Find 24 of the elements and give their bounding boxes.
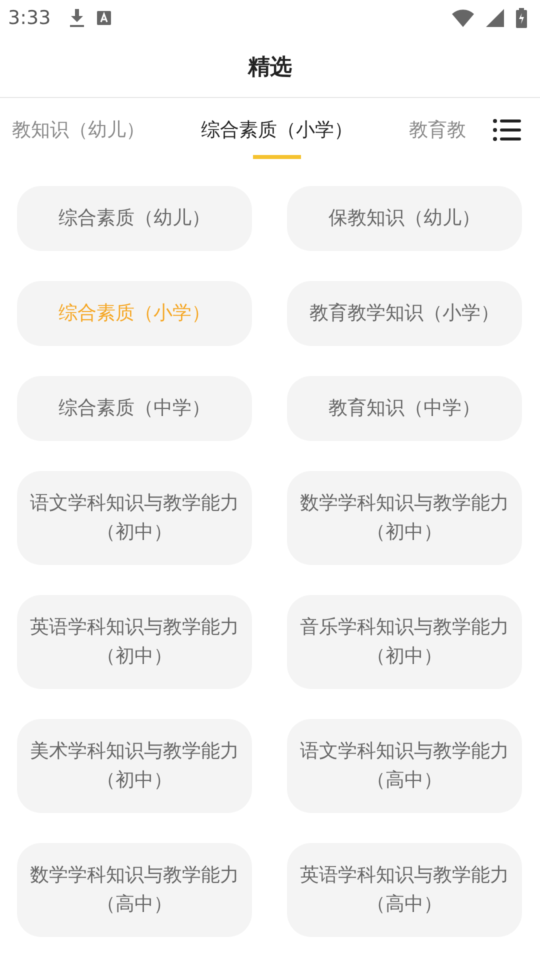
status-time: 3:33 xyxy=(8,7,51,29)
subject-button[interactable]: 数学学科知识与教学能力（高中） xyxy=(17,843,252,937)
subject-button[interactable]: 语文学科知识与教学能力（高中） xyxy=(287,719,522,813)
subject-button[interactable]: 保教知识（幼儿） xyxy=(287,186,522,251)
subject-button[interactable]: 数学学科知识与教学能力（初中） xyxy=(287,471,522,565)
category-tab[interactable]: 综合素质（小学） xyxy=(201,98,353,162)
download-icon xyxy=(68,9,85,27)
page-title: 精选 xyxy=(248,54,292,82)
category-tab[interactable]: 教育教 xyxy=(409,98,466,162)
menu-icon[interactable] xyxy=(493,119,521,141)
subject-button[interactable]: 音乐学科知识与教学能力（初中） xyxy=(287,595,522,689)
subject-button[interactable]: 英语学科知识与教学能力（高中） xyxy=(287,843,522,937)
subject-button[interactable]: 美术学科知识与教学能力（初中） xyxy=(17,719,252,813)
category-tab[interactable]: 教知识（幼儿） xyxy=(12,98,145,162)
signal-icon xyxy=(486,9,504,27)
font-icon xyxy=(96,11,111,25)
battery-icon xyxy=(516,8,527,28)
subject-button[interactable]: 综合素质（中学） xyxy=(17,376,252,441)
subject-button[interactable]: 教育知识（中学） xyxy=(287,376,522,441)
subject-button[interactable]: 英语学科知识与教学能力（初中） xyxy=(17,595,252,689)
wifi-icon xyxy=(452,9,474,27)
subject-button[interactable]: 教育教学知识（小学） xyxy=(287,281,522,346)
subject-button[interactable]: 综合素质（幼儿） xyxy=(17,186,252,251)
subject-button[interactable]: 语文学科知识与教学能力（初中） xyxy=(17,471,252,565)
